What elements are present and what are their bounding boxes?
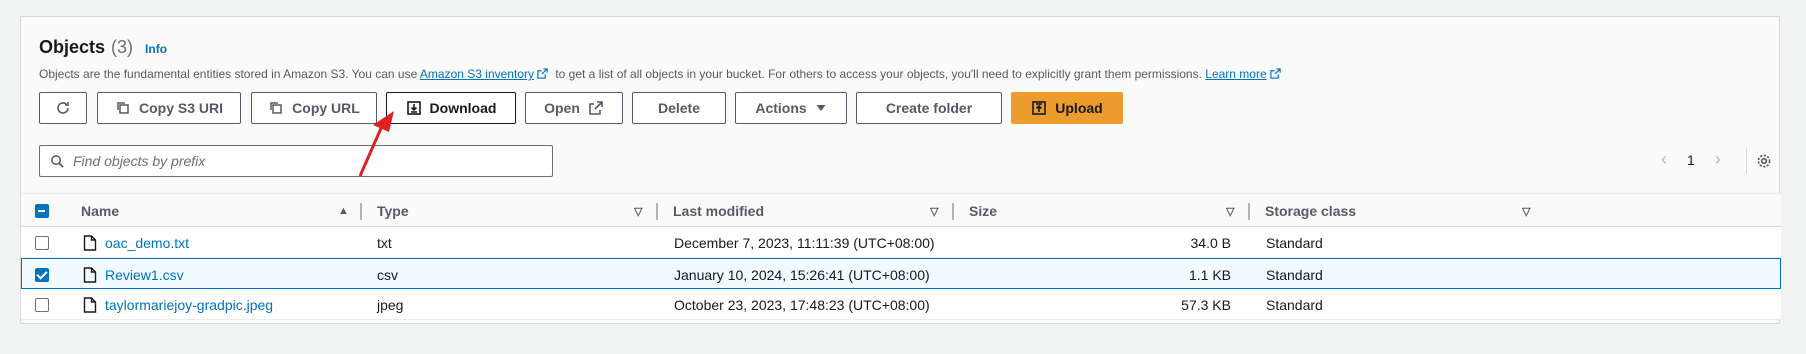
- description: Objects are the fundamental entities sto…: [39, 67, 1285, 81]
- column-storage-class[interactable]: Storage class ▽: [1265, 194, 1535, 228]
- search-input[interactable]: [73, 153, 513, 169]
- object-type: jpeg: [377, 296, 404, 313]
- header: Objects (3) Info: [39, 37, 167, 58]
- sort-icon: ▽: [1226, 205, 1235, 218]
- search-icon: [51, 154, 64, 168]
- open-button[interactable]: Open: [525, 92, 623, 124]
- object-size: 1.1 KB: [1188, 266, 1231, 283]
- create-folder-label: Create folder: [885, 100, 973, 116]
- create-folder-button[interactable]: Create folder: [856, 92, 1002, 124]
- table-header: Name ▲ Type ▽ Last modified ▽ Size ▽ Sto…: [21, 193, 1781, 227]
- column-divider[interactable]: [952, 203, 954, 220]
- gear-icon: [1757, 154, 1771, 168]
- object-type: txt: [377, 234, 392, 251]
- column-divider[interactable]: [1248, 203, 1250, 220]
- sort-ascending-icon: ▲: [338, 205, 349, 217]
- copy-s3-uri-button[interactable]: Copy S3 URI: [97, 92, 241, 124]
- object-storage-class: Standard: [1266, 266, 1323, 283]
- annotation-arrow: [358, 111, 394, 177]
- refresh-button[interactable]: [39, 92, 87, 124]
- row-checkbox[interactable]: [35, 259, 49, 290]
- page-title: Objects: [39, 37, 106, 57]
- column-divider[interactable]: [360, 203, 362, 220]
- delete-button[interactable]: Delete: [632, 92, 726, 124]
- chevron-right-icon[interactable]: ›: [1715, 149, 1721, 170]
- upload-icon: [1032, 101, 1047, 115]
- learn-more-link[interactable]: Learn more: [1205, 67, 1266, 81]
- open-label: Open: [544, 100, 580, 116]
- sort-icon: ▽: [1522, 205, 1531, 218]
- copy-icon: [117, 102, 129, 114]
- description-text-2: to get a list of all objects in your buc…: [555, 67, 1202, 81]
- objects-panel: Objects (3) Info Objects are the fundame…: [20, 16, 1781, 324]
- object-storage-class: Standard: [1266, 296, 1323, 313]
- settings-button[interactable]: [1746, 148, 1772, 174]
- description-text-1: Objects are the fundamental entities sto…: [39, 67, 418, 81]
- object-name-link[interactable]: taylormariejoy-gradpic.jpeg: [83, 289, 273, 320]
- upload-button[interactable]: Upload: [1011, 92, 1123, 124]
- object-count: (3): [111, 37, 134, 57]
- download-label: Download: [429, 100, 497, 116]
- copy-icon: [270, 102, 282, 114]
- object-storage-class: Standard: [1266, 234, 1323, 251]
- external-link-icon: [1269, 68, 1281, 79]
- actions-dropdown[interactable]: Actions: [735, 92, 847, 124]
- page-number[interactable]: 1: [1687, 152, 1695, 168]
- select-all-checkbox[interactable]: [35, 194, 49, 228]
- table-row[interactable]: taylormariejoy-gradpic.jpeg jpeg October…: [21, 289, 1781, 320]
- column-size[interactable]: Size ▽: [969, 194, 1239, 228]
- pagination: ‹ 1 ›: [1661, 149, 1721, 170]
- object-name-link[interactable]: Review1.csv: [83, 259, 184, 290]
- caret-down-icon: [816, 105, 826, 111]
- column-name[interactable]: Name ▲: [81, 194, 351, 228]
- object-size: 34.0 B: [1190, 234, 1231, 251]
- external-link-icon: [589, 101, 603, 115]
- object-type: csv: [377, 266, 398, 283]
- column-divider[interactable]: [656, 203, 658, 220]
- table-row[interactable]: Review1.csv csv January 10, 2024, 15:26:…: [21, 258, 1781, 289]
- object-modified: October 23, 2023, 17:48:23 (UTC+08:00): [674, 296, 930, 313]
- column-type[interactable]: Type ▽: [377, 194, 647, 228]
- delete-label: Delete: [657, 100, 701, 116]
- copy-s3-uri-label: Copy S3 URI: [138, 100, 223, 116]
- search-box: [39, 145, 553, 177]
- actions-label: Actions: [755, 100, 807, 116]
- chevron-left-icon[interactable]: ‹: [1661, 149, 1667, 170]
- external-link-icon: [537, 68, 548, 79]
- file-icon: [83, 266, 97, 283]
- row-checkbox[interactable]: [35, 289, 49, 320]
- refresh-icon: [57, 102, 69, 114]
- column-last-modified[interactable]: Last modified ▽: [673, 194, 943, 228]
- objects-table: Name ▲ Type ▽ Last modified ▽ Size ▽ Sto…: [21, 193, 1781, 320]
- file-icon: [83, 296, 97, 313]
- row-checkbox[interactable]: [35, 227, 49, 258]
- object-size: 57.3 KB: [1181, 296, 1231, 313]
- inventory-link[interactable]: Amazon S3 inventory: [420, 67, 534, 81]
- sort-icon: ▽: [930, 205, 939, 218]
- upload-label: Upload: [1055, 100, 1103, 116]
- info-link[interactable]: Info: [145, 42, 167, 56]
- table-row[interactable]: oac_demo.txt txt December 7, 2023, 11:11…: [21, 227, 1781, 258]
- object-modified: January 10, 2024, 15:26:41 (UTC+08:00): [674, 266, 930, 283]
- sort-icon: ▽: [634, 205, 643, 218]
- object-modified: December 7, 2023, 11:11:39 (UTC+08:00): [674, 234, 935, 251]
- file-icon: [83, 234, 97, 251]
- object-name-link[interactable]: oac_demo.txt: [83, 227, 189, 258]
